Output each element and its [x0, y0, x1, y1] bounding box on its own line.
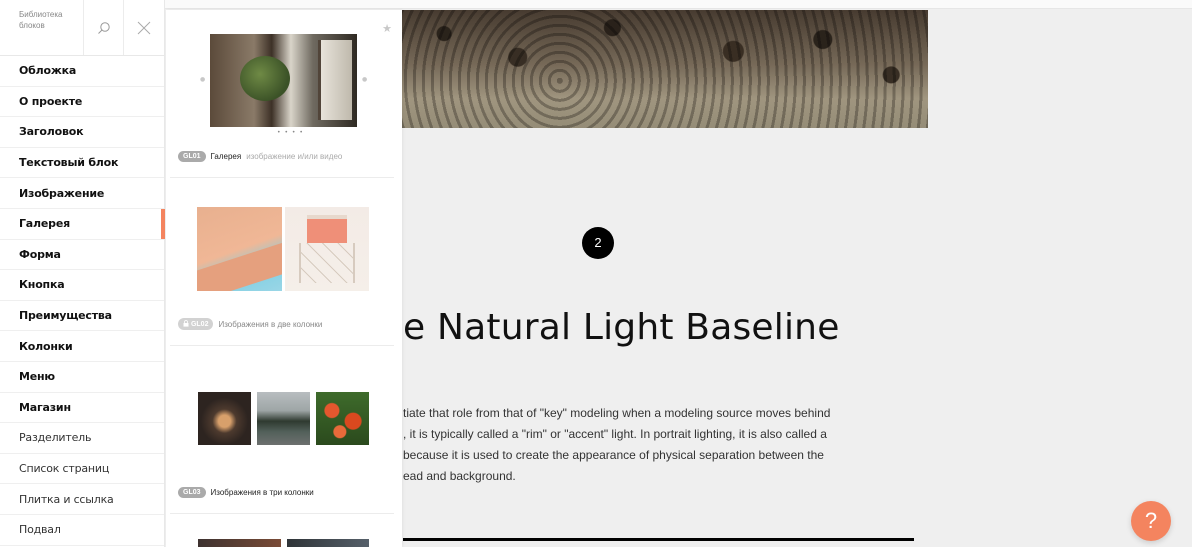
sidebar-item-gallery[interactable]: Галерея	[0, 208, 165, 240]
block-title: Галерея	[210, 152, 242, 161]
lock-icon	[183, 320, 189, 327]
sidebar-item-menu[interactable]: Меню	[0, 362, 164, 393]
sidebar-category-list: Обложка О проекте Заголовок Текстовый бл…	[0, 56, 165, 546]
three-col-preview-2	[257, 392, 310, 445]
close-icon	[137, 21, 151, 34]
sidebar-item-tile-link[interactable]: Плитка и ссылка	[0, 484, 164, 515]
divider-line	[403, 538, 914, 541]
block-code-badge: GL01	[178, 151, 206, 162]
sidebar-item-button[interactable]: Кнопка	[0, 270, 164, 301]
search-button[interactable]	[84, 0, 124, 55]
sidebar-item-page-list[interactable]: Список страниц	[0, 454, 164, 485]
hero-image	[402, 10, 928, 128]
two-col-preview-right	[285, 207, 369, 291]
sidebar-item-separator[interactable]: Разделитель	[0, 423, 164, 454]
help-button[interactable]: ?	[1131, 501, 1171, 541]
close-button[interactable]	[124, 0, 164, 55]
section-body-text: tiate that role from that of "key" model…	[403, 403, 843, 487]
next-dot-icon: ●	[362, 76, 368, 83]
sidebar-item-image[interactable]: Изображение	[0, 178, 164, 209]
sidebar-item-footer[interactable]: Подвал	[0, 515, 164, 546]
block-code-text: GL02	[190, 321, 209, 328]
two-col-preview-left	[197, 207, 282, 291]
block-card-label: GL03 Изображения в три колонки	[178, 487, 314, 498]
step-number-badge: 2	[582, 227, 614, 259]
body-line: ead and background.	[403, 469, 516, 483]
body-line: tiate that role from that of "key" model…	[403, 406, 831, 420]
block-title: Изображения в три колонки	[210, 488, 314, 497]
block-card-label: GL01 Галерея изображение и/или видео	[178, 151, 342, 162]
three-col-preview-3	[316, 392, 369, 445]
sidebar-item-columns[interactable]: Колонки	[0, 331, 164, 362]
sidebar-item-about[interactable]: О проекте	[0, 87, 164, 118]
block-code-badge: GL02	[178, 318, 214, 330]
block-subtitle: изображение и/или видео	[246, 152, 343, 161]
block-title: Изображения в две колонки	[218, 319, 323, 329]
sidebar-item-heading[interactable]: Заголовок	[0, 117, 164, 148]
prev-dot-icon: ●	[200, 76, 206, 83]
body-line: because it is used to create the appeara…	[403, 448, 824, 462]
sidebar-item-features[interactable]: Преимущества	[0, 301, 164, 332]
three-col-preview-1	[198, 392, 251, 445]
block-preview-panel: ★ ● ● • • • • GL01 Галерея изображение и…	[166, 10, 402, 547]
block-card-gl01[interactable]: ● ● • • • • GL01 Галерея изображение и/и…	[170, 10, 394, 178]
sidebar-item-text-block[interactable]: Текстовый блок	[0, 148, 164, 179]
block-code-badge: GL03	[178, 487, 206, 498]
sidebar-header: Библиотека блоков	[0, 0, 164, 56]
next-card-preview-1	[198, 539, 281, 547]
block-card-label: GL02 Изображения в две колонки	[178, 318, 322, 330]
body-line: , it is typically called a "rim" or "acc…	[403, 427, 827, 441]
sidebar-item-cover[interactable]: Обложка	[0, 56, 164, 87]
sidebar-title: Библиотека блоков	[0, 0, 84, 55]
sidebar-item-form[interactable]: Форма	[0, 240, 164, 271]
sidebar-item-shop[interactable]: Магазин	[0, 393, 164, 424]
search-icon	[97, 21, 110, 34]
section-headline: e Natural Light Baseline	[403, 307, 840, 348]
next-card-preview-2	[287, 539, 369, 547]
gallery-preview-image	[210, 34, 357, 127]
carousel-pager-dots: • • • •	[277, 129, 304, 136]
block-library-sidebar: Библиотека блоков Обложка О проекте Заго…	[0, 0, 165, 547]
